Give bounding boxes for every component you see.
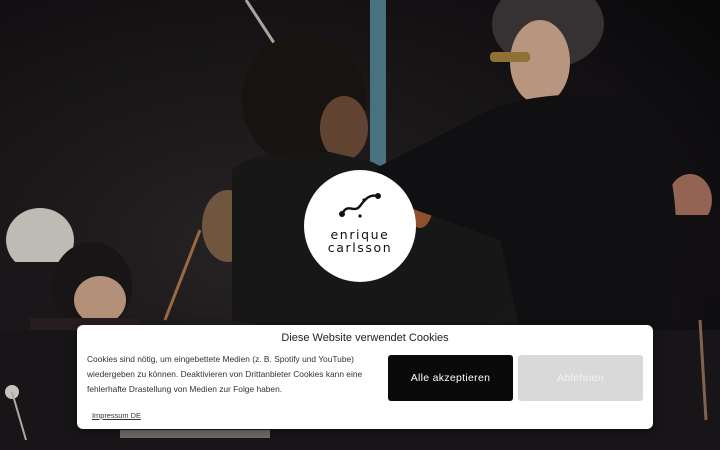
brand-logo[interactable]: enrique carlsson <box>304 170 416 282</box>
cookie-banner-title: Diese Website verwendet Cookies <box>281 332 449 344</box>
cookie-banner-text: Cookies sind nötig, um eingebettete Medi… <box>87 354 363 394</box>
impressum-link[interactable]: Impressum DE <box>92 411 141 420</box>
cookie-consent-banner: Diese Website verwendet Cookies Cookies … <box>77 325 653 429</box>
accept-all-button[interactable]: Alle akzeptieren <box>388 355 513 401</box>
violin-f-hole-icon <box>339 193 381 218</box>
logo-text-line-2: carlsson <box>327 240 393 255</box>
decline-button[interactable]: Ablehnen <box>518 355 643 401</box>
